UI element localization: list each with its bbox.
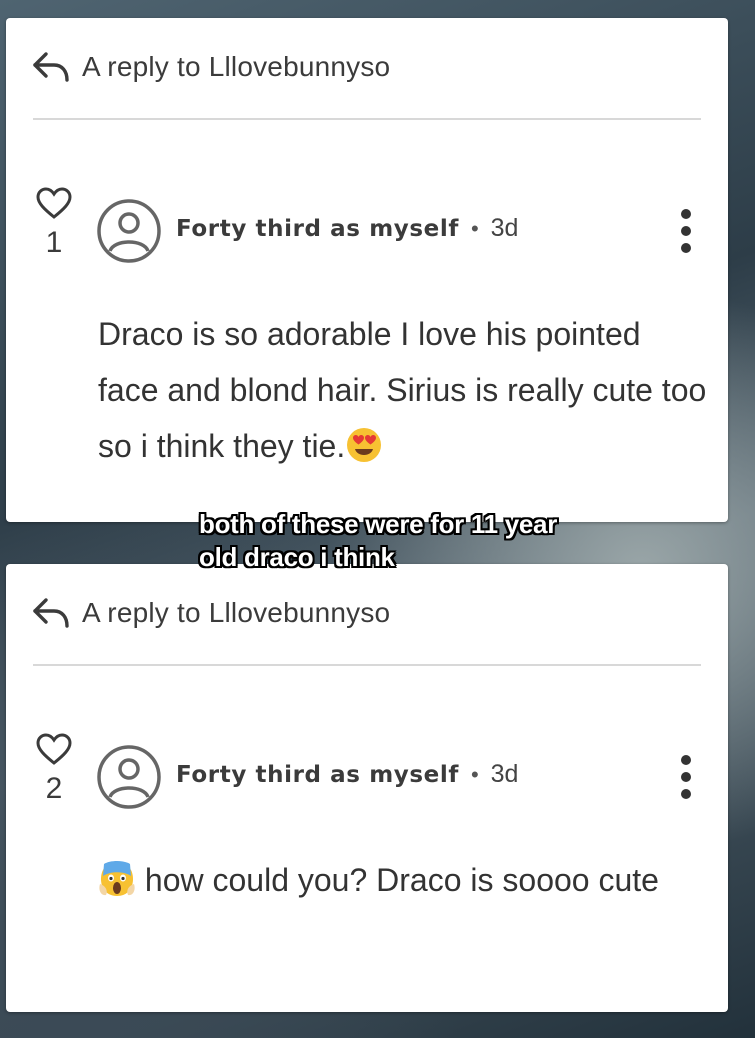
heart-eyes-emoji-icon [345,426,383,464]
heart-icon[interactable] [35,732,73,766]
reply-header[interactable]: A reply to Lllovebunnyso [30,48,390,86]
comment-body: Draco is so adorable I love his pointed … [98,316,707,464]
author-line: Forty third as myself • 3d [176,760,518,789]
user-avatar-icon [97,199,161,263]
timestamp: 3d [490,214,519,242]
comment-text: Draco is so adorable I love his pointed … [98,306,708,474]
like-count: 1 [45,226,63,259]
divider [33,118,701,120]
reply-to-label[interactable]: A reply to Lllovebunnyso [82,51,390,83]
avatar[interactable] [96,744,162,810]
like-column: 2 [34,732,74,806]
reply-arrow-icon [33,598,69,628]
reply-header[interactable]: A reply to Lllovebunnyso [30,594,390,632]
user-avatar-icon [97,745,161,809]
comment-card: A reply to Lllovebunnyso 2 Forty third a… [6,564,728,1012]
like-count: 2 [45,772,63,805]
author-name[interactable]: Forty third as myself [176,216,459,242]
like-column: 1 [34,186,74,260]
separator-dot: • [470,761,479,787]
reply-arrow-icon [33,52,69,82]
separator-dot: • [470,215,479,241]
overlay-caption: both of these were for 11 year old draco… [199,509,558,572]
avatar[interactable] [96,198,162,264]
divider [33,664,701,666]
comment-text: how could you? Draco is soooo cute [98,852,708,908]
author-name[interactable]: Forty third as myself [176,762,459,788]
more-options-icon[interactable] [680,754,692,800]
timestamp: 3d [490,760,519,788]
comment-body: how could you? Draco is soooo cute [144,862,659,898]
screaming-face-emoji-icon [98,860,136,898]
more-options-icon[interactable] [680,208,692,254]
comment-card: A reply to Lllovebunnyso 1 Forty third a… [6,18,728,522]
reply-to-label[interactable]: A reply to Lllovebunnyso [82,597,390,629]
heart-icon[interactable] [35,186,73,220]
author-line: Forty third as myself • 3d [176,214,518,243]
